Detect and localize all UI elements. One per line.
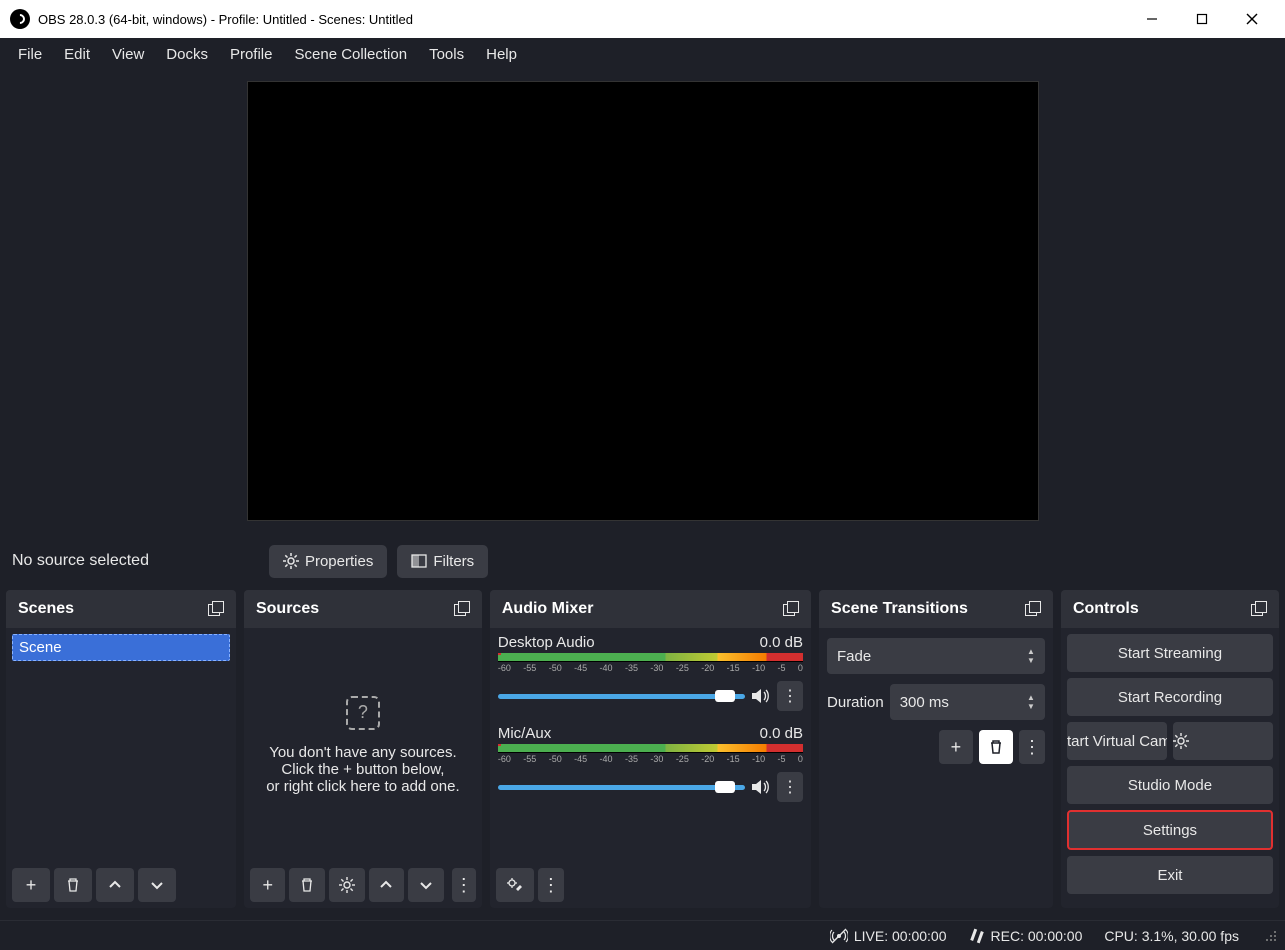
obs-logo-icon <box>10 9 30 29</box>
pause-icon <box>969 928 985 944</box>
window-titlebar: OBS 28.0.3 (64-bit, windows) - Profile: … <box>0 0 1285 38</box>
popout-icon[interactable] <box>454 602 470 616</box>
broadcast-icon <box>830 927 848 945</box>
mixer-title: Audio Mixer <box>502 600 594 618</box>
cpu-status: CPU: 3.1%, 30.00 fps <box>1104 928 1239 944</box>
meter-ticks: -60-55-50-45-40-35-30-25-20-15-10-50 <box>498 663 803 673</box>
source-toolbar: No source selected Properties Filters <box>0 532 1285 590</box>
source-down-button[interactable] <box>408 868 444 902</box>
studio-mode-button[interactable]: Studio Mode <box>1067 766 1273 804</box>
chevron-down-icon <box>150 878 164 892</box>
start-streaming-button[interactable]: Start Streaming <box>1067 634 1273 672</box>
menu-scene-collection[interactable]: Scene Collection <box>287 44 416 65</box>
gear-icon <box>339 877 355 893</box>
mixer-dock: Audio Mixer Desktop Audio 0.0 dB -60-55-… <box>490 590 811 908</box>
rec-status: REC: 00:00:00 <box>991 928 1083 944</box>
virtual-camera-settings-button[interactable] <box>1173 722 1273 760</box>
source-up-button[interactable] <box>369 868 405 902</box>
scene-item[interactable]: Scene <box>12 634 230 661</box>
no-source-label: No source selected <box>12 552 149 570</box>
popout-icon[interactable] <box>208 602 224 616</box>
volume-slider-mic[interactable] <box>498 785 745 790</box>
popout-icon[interactable] <box>1025 602 1041 616</box>
menubar: File Edit View Docks Profile Scene Colle… <box>0 38 1285 70</box>
maximize-button[interactable] <box>1179 3 1225 35</box>
add-scene-button[interactable]: + <box>12 868 50 902</box>
menu-docks[interactable]: Docks <box>158 44 216 65</box>
add-source-button[interactable]: + <box>250 868 286 902</box>
window-title: OBS 28.0.3 (64-bit, windows) - Profile: … <box>38 12 413 27</box>
gear-icon <box>1173 733 1189 749</box>
chevron-up-icon <box>379 878 393 892</box>
scene-up-button[interactable] <box>96 868 134 902</box>
menu-tools[interactable]: Tools <box>421 44 472 65</box>
remove-scene-button[interactable] <box>54 868 92 902</box>
remove-source-button[interactable] <box>289 868 325 902</box>
menu-edit[interactable]: Edit <box>56 44 98 65</box>
preview-area <box>0 70 1285 532</box>
speaker-icon[interactable] <box>751 778 771 796</box>
preview-canvas[interactable] <box>247 81 1039 521</box>
live-status: LIVE: 00:00:00 <box>854 928 947 944</box>
help-icon: ? <box>346 696 380 730</box>
statusbar: LIVE: 00:00:00 REC: 00:00:00 CPU: 3.1%, … <box>0 920 1285 950</box>
channel-menu-desktop[interactable]: ⋮ <box>777 681 803 711</box>
trash-icon <box>988 739 1004 755</box>
mixer-channel-mic: Mic/Aux 0.0 dB -60-55-50-45-40-35-30-25-… <box>492 723 809 814</box>
close-button[interactable] <box>1229 3 1275 35</box>
chevron-up-icon <box>108 878 122 892</box>
exit-button[interactable]: Exit <box>1067 856 1273 894</box>
trash-icon <box>299 877 315 893</box>
controls-dock: Controls Start Streaming Start Recording… <box>1061 590 1279 908</box>
filters-icon <box>411 553 427 569</box>
remove-transition-button[interactable] <box>979 730 1013 764</box>
source-settings-button[interactable] <box>329 868 365 902</box>
gear-wrench-icon <box>506 877 524 893</box>
start-virtual-camera-button[interactable]: tart Virtual Camera <box>1067 722 1167 760</box>
sources-empty: ? You don't have any sources. Click the … <box>250 634 476 856</box>
start-recording-button[interactable]: Start Recording <box>1067 678 1273 716</box>
scenes-title: Scenes <box>18 600 74 618</box>
mixer-channel-desktop: Desktop Audio 0.0 dB -60-55-50-45-40-35-… <box>492 632 809 723</box>
transitions-title: Scene Transitions <box>831 600 968 618</box>
filters-button[interactable]: Filters <box>397 545 488 578</box>
channel-menu-mic[interactable]: ⋮ <box>777 772 803 802</box>
speaker-icon[interactable] <box>751 687 771 705</box>
transition-menu-button[interactable]: ⋮ <box>1019 730 1045 764</box>
scenes-dock: Scenes Scene + <box>6 590 236 908</box>
menu-file[interactable]: File <box>10 44 50 65</box>
meter-ticks: -60-55-50-45-40-35-30-25-20-15-10-50 <box>498 754 803 764</box>
chevron-down-icon <box>419 878 433 892</box>
add-transition-button[interactable]: + <box>939 730 973 764</box>
sources-dock: Sources ? You don't have any sources. Cl… <box>244 590 482 908</box>
properties-button[interactable]: Properties <box>269 545 387 578</box>
menu-profile[interactable]: Profile <box>222 44 281 65</box>
mixer-advanced-button[interactable] <box>496 868 534 902</box>
minimize-button[interactable] <box>1129 3 1175 35</box>
transition-select[interactable]: Fade ▲▼ <box>827 638 1045 674</box>
volume-slider-desktop[interactable] <box>498 694 745 699</box>
sources-title: Sources <box>256 600 319 618</box>
menu-help[interactable]: Help <box>478 44 525 65</box>
duration-input[interactable]: 300 ms ▲▼ <box>890 684 1045 720</box>
scene-down-button[interactable] <box>138 868 176 902</box>
popout-icon[interactable] <box>783 602 799 616</box>
menu-view[interactable]: View <box>104 44 152 65</box>
transitions-dock: Scene Transitions Fade ▲▼ Duration 300 m… <box>819 590 1053 908</box>
gear-icon <box>283 553 299 569</box>
popout-icon[interactable] <box>1251 602 1267 616</box>
source-more-button[interactable]: ⋮ <box>452 868 476 902</box>
controls-title: Controls <box>1073 600 1139 618</box>
settings-button[interactable]: Settings <box>1067 810 1273 850</box>
mixer-menu-button[interactable]: ⋮ <box>538 868 564 902</box>
trash-icon <box>65 877 81 893</box>
duration-label: Duration <box>827 694 884 711</box>
resize-grip-icon[interactable] <box>1265 930 1277 942</box>
